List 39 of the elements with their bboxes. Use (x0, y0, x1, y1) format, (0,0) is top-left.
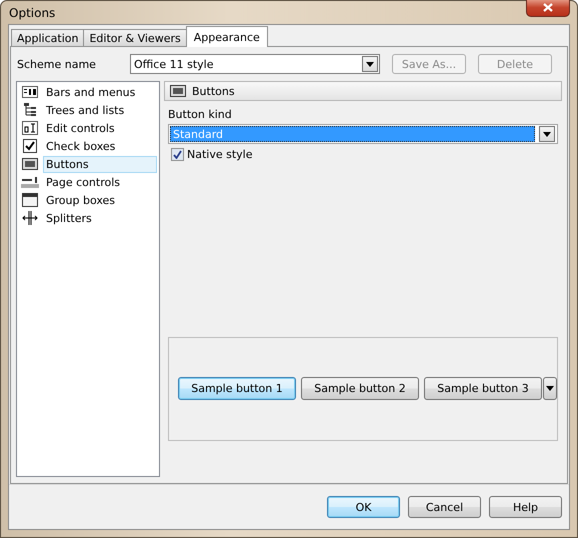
category-item[interactable]: Buttons (43, 156, 157, 172)
menu-bar-icon (22, 86, 38, 98)
category-item[interactable]: Group boxes (43, 192, 157, 208)
sample-button[interactable]: Sample button 3 (424, 376, 542, 400)
window-title: Options (8, 6, 56, 20)
button-kind-label: Button kind (167, 108, 233, 121)
tab[interactable]: Application (11, 29, 84, 46)
caret-icon (546, 386, 554, 390)
tab[interactable]: Appearance (186, 26, 268, 47)
tree-icon (22, 103, 38, 117)
tab-control-icon (21, 176, 39, 188)
dialog-button[interactable]: Cancel (408, 496, 481, 518)
category-item[interactable]: Page controls (43, 174, 157, 190)
native-style-label: Native style (187, 148, 252, 161)
category-item[interactable]: Splitters (43, 210, 157, 226)
category-item[interactable]: Trees and lists (43, 102, 157, 118)
close-button[interactable] (526, 0, 570, 17)
native-style-checkbox[interactable] (171, 148, 184, 161)
dropdown-arrow-icon (543, 132, 551, 136)
group-box-icon (22, 193, 38, 207)
sample-dropdown-button[interactable] (543, 376, 557, 400)
checkbox-icon (23, 139, 37, 153)
scheme-name-label: Scheme name (16, 58, 97, 70)
sample-button[interactable]: Sample button 2 (301, 376, 419, 400)
dialog-button[interactable]: Help (489, 496, 562, 518)
category-item[interactable]: Check boxes (43, 138, 157, 154)
button-icon (170, 85, 186, 97)
section-title: Buttons (192, 84, 235, 98)
tab[interactable]: Editor & Viewers (83, 29, 187, 46)
scheme-dropdown[interactable]: Office 11 style (130, 54, 380, 74)
sample-button[interactable]: Sample button 1 (178, 376, 296, 400)
dialog-button[interactable]: OK (327, 496, 400, 518)
category-item[interactable]: Bars and menus (43, 84, 157, 100)
splitter-icon (22, 211, 38, 225)
close-icon (543, 3, 553, 12)
text-cursor-icon (22, 121, 38, 135)
category-item[interactable]: Edit controls (43, 120, 157, 136)
button-icon (22, 158, 38, 170)
dropdown-arrow-icon (366, 62, 374, 66)
